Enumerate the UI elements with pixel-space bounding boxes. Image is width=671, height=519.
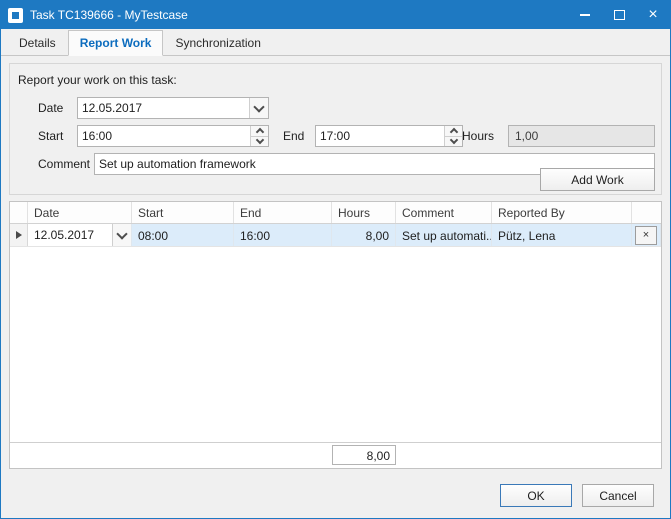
- cell-end[interactable]: 16:00: [234, 224, 332, 246]
- ok-button[interactable]: OK: [500, 484, 572, 507]
- cell-actions: ×: [632, 224, 661, 246]
- cancel-button[interactable]: Cancel: [582, 484, 654, 507]
- hours-total-summary: 8,00: [332, 445, 396, 465]
- cell-date-dropdown-button[interactable]: [112, 224, 131, 246]
- end-spin-down-button[interactable]: [445, 136, 462, 147]
- hours-field: 1,00: [508, 125, 655, 147]
- hours-label: Hours: [462, 129, 494, 143]
- maximize-button[interactable]: [602, 1, 636, 29]
- chevron-down-icon: [449, 136, 457, 144]
- start-spin-up-button[interactable]: [251, 126, 268, 136]
- current-row-arrow-icon: [16, 231, 22, 239]
- date-dropdown-button[interactable]: [249, 98, 268, 118]
- delete-icon: ×: [643, 229, 649, 241]
- cell-start[interactable]: 08:00: [132, 224, 234, 246]
- end-input[interactable]: [316, 126, 444, 146]
- chevron-down-icon: [255, 136, 263, 144]
- column-header-hours[interactable]: Hours: [332, 202, 396, 223]
- window-title: Task TC139666 - MyTestcase: [30, 8, 188, 22]
- dialog-window: Task TC139666 - MyTestcase × Details Rep…: [0, 0, 671, 519]
- close-button[interactable]: ×: [636, 1, 670, 29]
- panel-heading: Report your work on this task:: [18, 73, 177, 87]
- app-icon-glyph: [12, 12, 19, 19]
- tab-details[interactable]: Details: [7, 30, 68, 56]
- app-icon: [8, 8, 23, 23]
- end-label: End: [283, 129, 304, 143]
- titlebar[interactable]: Task TC139666 - MyTestcase ×: [1, 1, 670, 29]
- end-time-editor[interactable]: [315, 125, 463, 147]
- grid-summary-row: 8,00: [10, 442, 661, 468]
- cell-hours[interactable]: 8,00: [332, 224, 396, 246]
- comment-label: Comment: [38, 157, 90, 171]
- cell-reported-by[interactable]: Pütz, Lena: [492, 224, 632, 246]
- column-header-actions: [632, 202, 661, 223]
- table-row[interactable]: 12.05.2017 08:00 16:00 8,00 Set up autom…: [10, 224, 661, 247]
- cell-comment[interactable]: Set up automati...: [396, 224, 492, 246]
- column-header-reported-by[interactable]: Reported By: [492, 202, 632, 223]
- chevron-down-icon: [116, 228, 127, 239]
- chevron-down-icon: [253, 101, 264, 112]
- date-combobox[interactable]: [77, 97, 269, 119]
- column-header-date[interactable]: Date: [28, 202, 132, 223]
- row-indicator: [10, 224, 28, 246]
- add-work-button[interactable]: Add Work: [540, 168, 655, 191]
- start-spin-down-button[interactable]: [251, 136, 268, 147]
- minimize-button[interactable]: [568, 1, 602, 29]
- row-indicator-header: [10, 202, 28, 223]
- date-input[interactable]: [78, 98, 249, 118]
- column-header-comment[interactable]: Comment: [396, 202, 492, 223]
- start-input[interactable]: [78, 126, 250, 146]
- tab-synchronization[interactable]: Synchronization: [163, 30, 272, 56]
- minimize-icon: [580, 14, 590, 16]
- start-label: Start: [38, 129, 63, 143]
- window-controls: ×: [568, 1, 670, 29]
- cell-date[interactable]: 12.05.2017: [28, 224, 132, 246]
- column-header-end[interactable]: End: [234, 202, 332, 223]
- date-label: Date: [38, 101, 63, 115]
- start-time-editor[interactable]: [77, 125, 269, 147]
- hours-value: 1,00: [515, 129, 538, 143]
- report-work-panel: Report your work on this task: Date Star…: [9, 63, 662, 195]
- start-spinner: [250, 126, 268, 146]
- maximize-icon: [614, 10, 625, 20]
- tab-strip: Details Report Work Synchronization: [1, 29, 670, 56]
- tab-report-work[interactable]: Report Work: [68, 30, 164, 56]
- close-icon: ×: [648, 7, 657, 23]
- delete-row-button[interactable]: ×: [635, 226, 657, 245]
- column-header-start[interactable]: Start: [132, 202, 234, 223]
- end-spin-up-button[interactable]: [445, 126, 462, 136]
- work-log-grid: Date Start End Hours Comment Reported By…: [9, 201, 662, 469]
- end-spinner: [444, 126, 462, 146]
- cell-date-value: 12.05.2017: [34, 228, 94, 242]
- grid-header-row: Date Start End Hours Comment Reported By: [10, 202, 661, 224]
